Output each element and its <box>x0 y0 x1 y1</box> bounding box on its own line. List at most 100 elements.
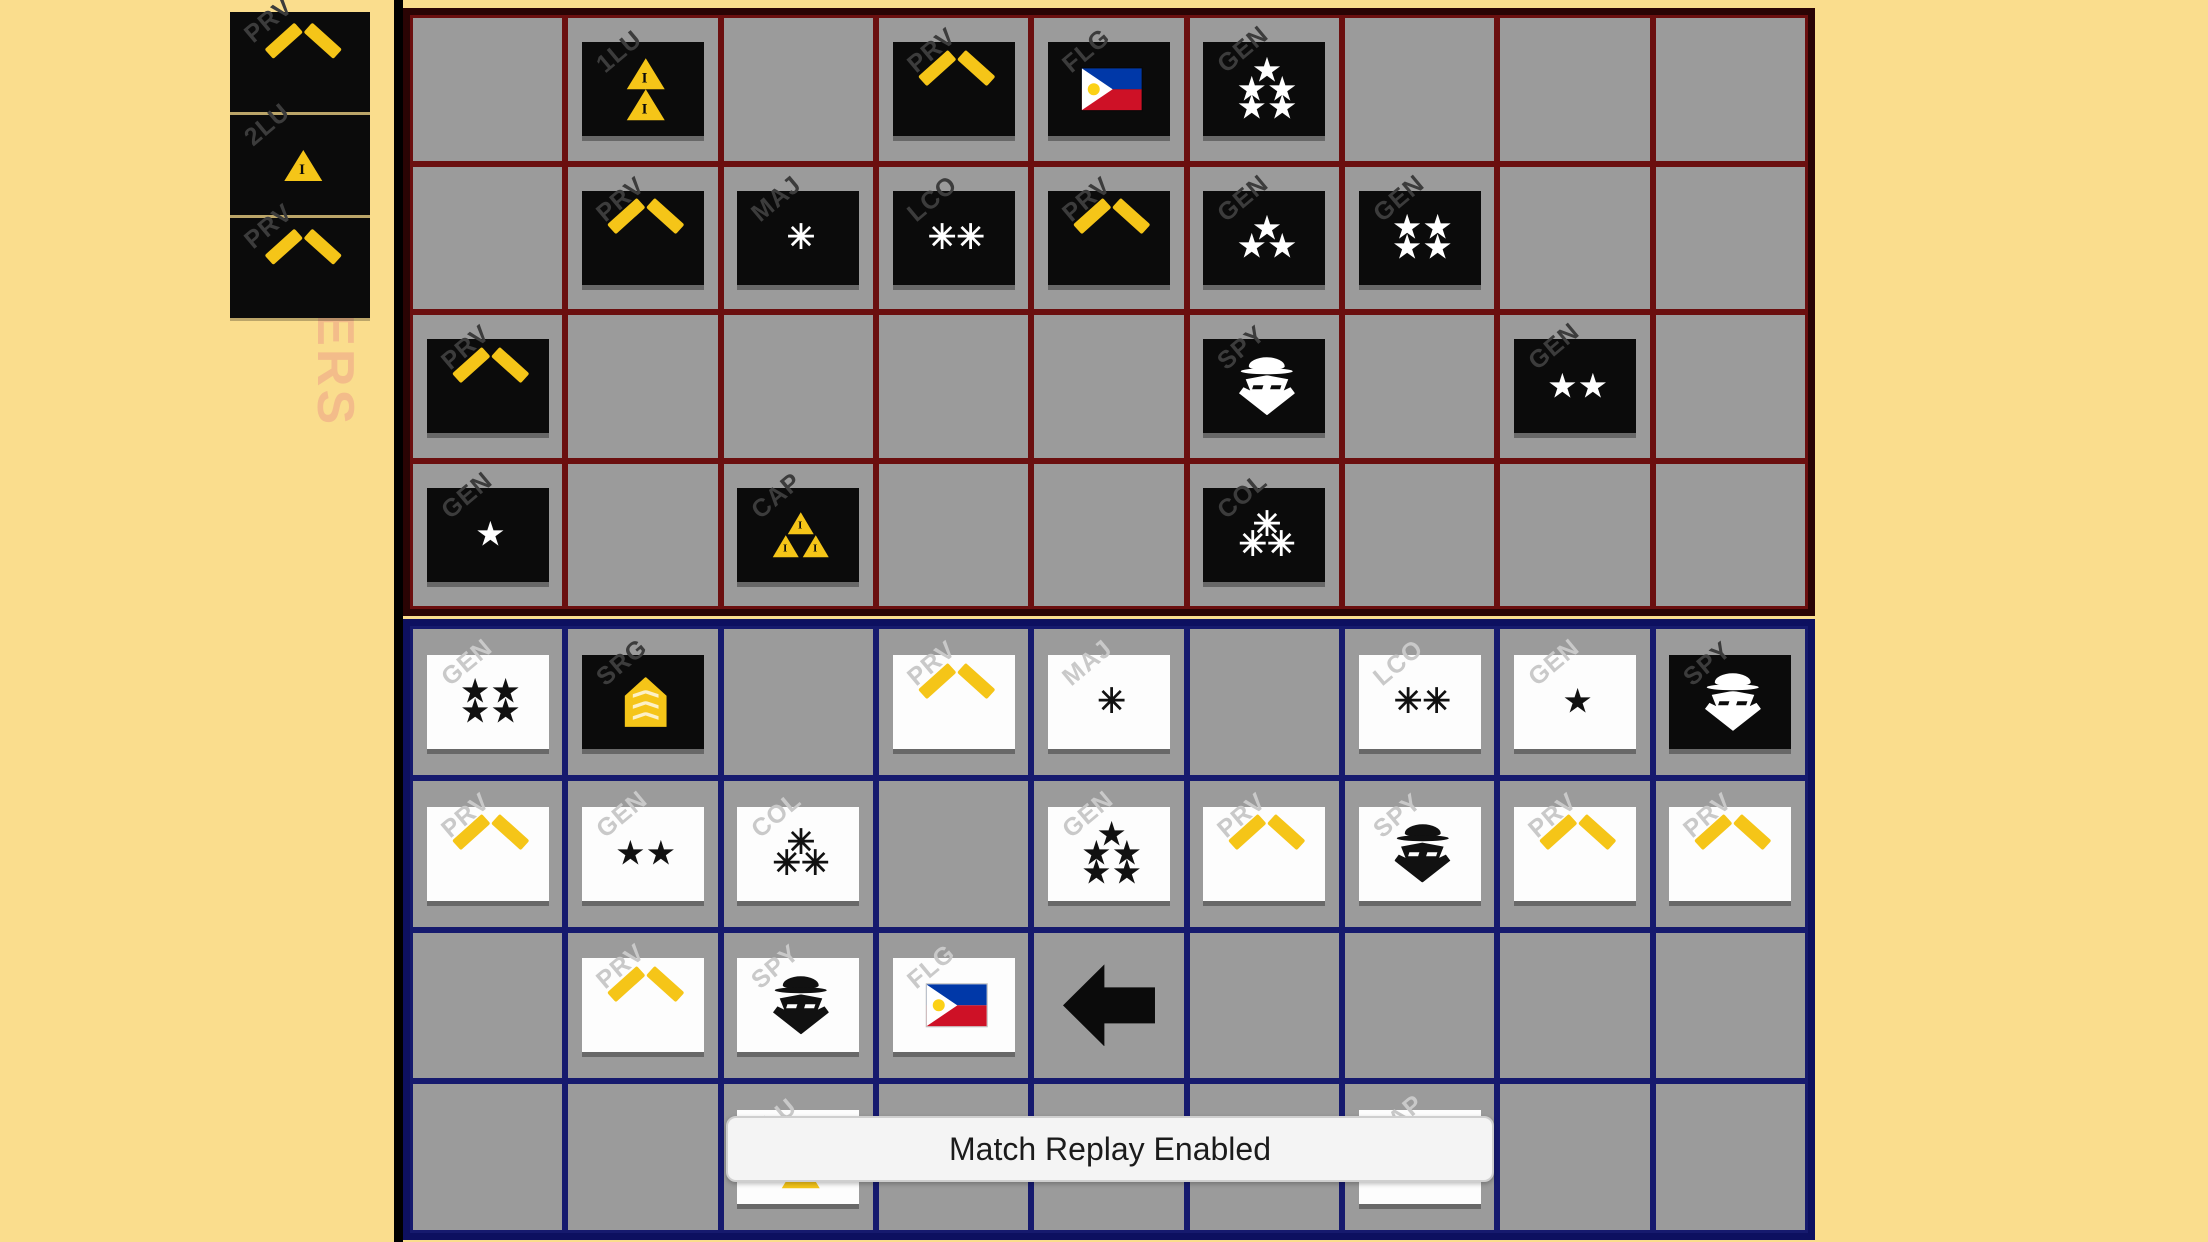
game-piece-2lu[interactable]: 2LU <box>230 98 370 215</box>
board-cell[interactable] <box>1341 312 1498 461</box>
board-cell[interactable] <box>1031 929 1187 1082</box>
board-cell[interactable] <box>1341 460 1498 609</box>
board-cell[interactable]: GEN ★★ ★★ <box>410 626 566 778</box>
game-piece-gen[interactable]: GEN ★★ ★★ <box>1358 169 1481 285</box>
board-cell[interactable]: SPY <box>1186 312 1342 461</box>
game-piece-gen[interactable]: GEN ★ ★★ ★★ <box>1047 785 1170 901</box>
game-piece-gen[interactable]: GEN ★ <box>1513 633 1636 749</box>
game-piece-gen[interactable]: GEN ★ ★★ <box>1203 169 1326 285</box>
board-cell[interactable] <box>875 460 1032 609</box>
board-cell[interactable]: GEN ★ ★★ ★★ <box>1031 777 1187 930</box>
board-cell[interactable] <box>410 163 566 312</box>
board-cell[interactable]: COL ✳ ✳✳ <box>720 777 876 930</box>
game-piece-cap[interactable]: CAP <box>737 467 860 582</box>
game-piece-prv[interactable]: PRV <box>426 787 549 901</box>
board-cell[interactable] <box>1652 15 1808 164</box>
game-piece-flg[interactable]: FLG <box>1047 23 1170 137</box>
board-cell[interactable]: GEN ★ ★★ <box>1186 163 1342 312</box>
game-piece-spy[interactable]: SPY <box>1358 788 1481 901</box>
board-cell[interactable]: MAJ ✳ <box>720 163 876 312</box>
game-piece-prv[interactable]: PRV <box>426 320 549 434</box>
board-cell[interactable] <box>1341 15 1498 164</box>
game-piece-prv[interactable]: PRV <box>230 198 370 318</box>
board-cell[interactable] <box>1186 626 1342 778</box>
board-cell[interactable] <box>1652 460 1808 609</box>
board-cell[interactable] <box>565 1081 721 1233</box>
board-cell[interactable]: 1LU <box>565 15 721 164</box>
board-cell[interactable] <box>875 312 1032 461</box>
board-cell[interactable]: SRG <box>565 626 721 778</box>
board-cell[interactable] <box>720 312 876 461</box>
game-piece-gen[interactable]: GEN ★★ ★★ <box>426 633 549 749</box>
board-cell[interactable] <box>1186 929 1342 1082</box>
game-piece-prv[interactable]: PRV <box>230 0 370 112</box>
board-cell[interactable]: PRV <box>1186 777 1342 930</box>
board-cell[interactable] <box>1652 312 1808 461</box>
board-cell[interactable] <box>1497 15 1653 164</box>
game-piece-spy[interactable]: SPY <box>1669 636 1792 749</box>
game-piece-gen[interactable]: GEN ★ ★★ ★★ <box>1203 20 1326 137</box>
board-cell[interactable]: SPY <box>1341 777 1498 930</box>
game-piece-col[interactable]: COL ✳ ✳✳ <box>737 786 860 901</box>
game-piece-prv[interactable]: PRV <box>892 635 1015 749</box>
game-piece-prv[interactable]: PRV <box>1513 787 1636 901</box>
board-cell[interactable]: SPY <box>720 929 876 1082</box>
board-cell[interactable] <box>1031 312 1187 461</box>
game-piece-lco[interactable]: LCO ✳ ✳ <box>1358 634 1481 749</box>
board-cell[interactable]: GEN ★ ★ <box>1497 312 1653 461</box>
game-piece-flg[interactable]: FLG <box>892 939 1015 1053</box>
board-cell[interactable]: PRV <box>1497 777 1653 930</box>
board-cell[interactable] <box>720 626 876 778</box>
board-cell[interactable]: PRV <box>1031 163 1187 312</box>
board-cell[interactable] <box>1652 163 1808 312</box>
board-cell[interactable]: GEN ★★ ★★ <box>1341 163 1498 312</box>
board-cell[interactable]: PRV <box>875 15 1032 164</box>
game-piece-prv[interactable]: PRV <box>1669 787 1792 901</box>
game-piece-prv[interactable]: PRV <box>581 939 704 1053</box>
game-piece-1lu[interactable]: 1LU <box>581 25 704 137</box>
board-cell[interactable]: PRV <box>410 312 566 461</box>
board-cell[interactable]: PRV <box>410 777 566 930</box>
board-cell[interactable]: COL ✳ ✳✳ <box>1186 460 1342 609</box>
game-piece-gen[interactable]: GEN ★ ★ <box>1513 317 1636 434</box>
game-piece-spy[interactable]: SPY <box>1203 320 1326 434</box>
game-piece-prv[interactable]: PRV <box>1047 171 1170 285</box>
board-cell[interactable]: GEN ★ ★ <box>565 777 721 930</box>
board-cell[interactable] <box>1497 1081 1653 1233</box>
board-cell[interactable] <box>1652 1081 1808 1233</box>
board-cell[interactable] <box>875 777 1032 930</box>
board-cell[interactable] <box>410 15 566 164</box>
board-cell[interactable]: MAJ ✳ <box>1031 626 1187 778</box>
board-cell[interactable]: PRV <box>1652 777 1808 930</box>
board-cell[interactable] <box>1652 929 1808 1082</box>
game-piece-prv[interactable]: PRV <box>581 171 704 285</box>
game-piece-maj[interactable]: MAJ ✳ <box>737 170 860 285</box>
board-cell[interactable] <box>720 15 876 164</box>
board-cell[interactable]: CAP <box>720 460 876 609</box>
board-cell[interactable] <box>410 929 566 1082</box>
board-cell[interactable]: GEN ★ <box>1497 626 1653 778</box>
game-piece-gen[interactable]: GEN ★ <box>426 466 549 582</box>
game-piece-srg[interactable]: SRG <box>581 633 704 749</box>
board-cell[interactable] <box>565 312 721 461</box>
board-cell[interactable]: PRV <box>565 163 721 312</box>
board-cell[interactable]: PRV <box>565 929 721 1082</box>
board-cell[interactable] <box>410 1081 566 1233</box>
board-cell[interactable] <box>1497 163 1653 312</box>
board-cell[interactable]: GEN ★ <box>410 460 566 609</box>
board-cell[interactable]: FLG <box>875 929 1032 1082</box>
game-piece-prv[interactable]: PRV <box>1203 787 1326 901</box>
board-cell[interactable] <box>1341 929 1498 1082</box>
board-cell[interactable]: SPY <box>1652 626 1808 778</box>
board-cell[interactable] <box>1031 460 1187 609</box>
game-piece-prv[interactable]: PRV <box>892 23 1015 137</box>
board-cell[interactable] <box>1497 929 1653 1082</box>
game-piece-lco[interactable]: LCO ✳ ✳ <box>892 170 1015 285</box>
game-piece-spy[interactable]: SPY <box>737 939 860 1053</box>
board-cell[interactable]: FLG <box>1031 15 1187 164</box>
game-piece-col[interactable]: COL ✳ ✳✳ <box>1203 467 1326 582</box>
board-cell[interactable]: LCO ✳ ✳ <box>1341 626 1498 778</box>
board-cell[interactable]: LCO ✳ ✳ <box>875 163 1032 312</box>
game-piece-gen[interactable]: GEN ★ ★ <box>581 785 704 901</box>
game-piece-maj[interactable]: MAJ ✳ <box>1047 634 1170 749</box>
